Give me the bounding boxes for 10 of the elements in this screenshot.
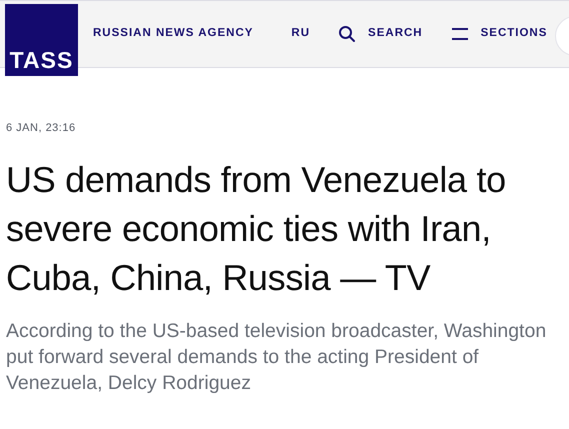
search-button[interactable]: SEARCH: [338, 25, 423, 43]
tagline: RUSSIAN NEWS AGENCY: [93, 26, 254, 42]
article-title: US demands from Venezuela to severe economic ties with Iran, Cuba, China, Russia — TV: [6, 158, 507, 300]
article-lead: According to the US-based television broadcaster, Washington put forward several demands to the acting President of Venezuela, Delcy Rodriguez: [6, 318, 548, 396]
menu-icon: [450, 27, 469, 41]
logo[interactable]: TASS: [5, 4, 78, 76]
article-date: 6 JAN, 23:16: [6, 121, 77, 136]
search-icon: [338, 25, 356, 43]
language-link[interactable]: RU: [291, 25, 310, 43]
sections-button[interactable]: SECTIONS: [450, 25, 548, 43]
